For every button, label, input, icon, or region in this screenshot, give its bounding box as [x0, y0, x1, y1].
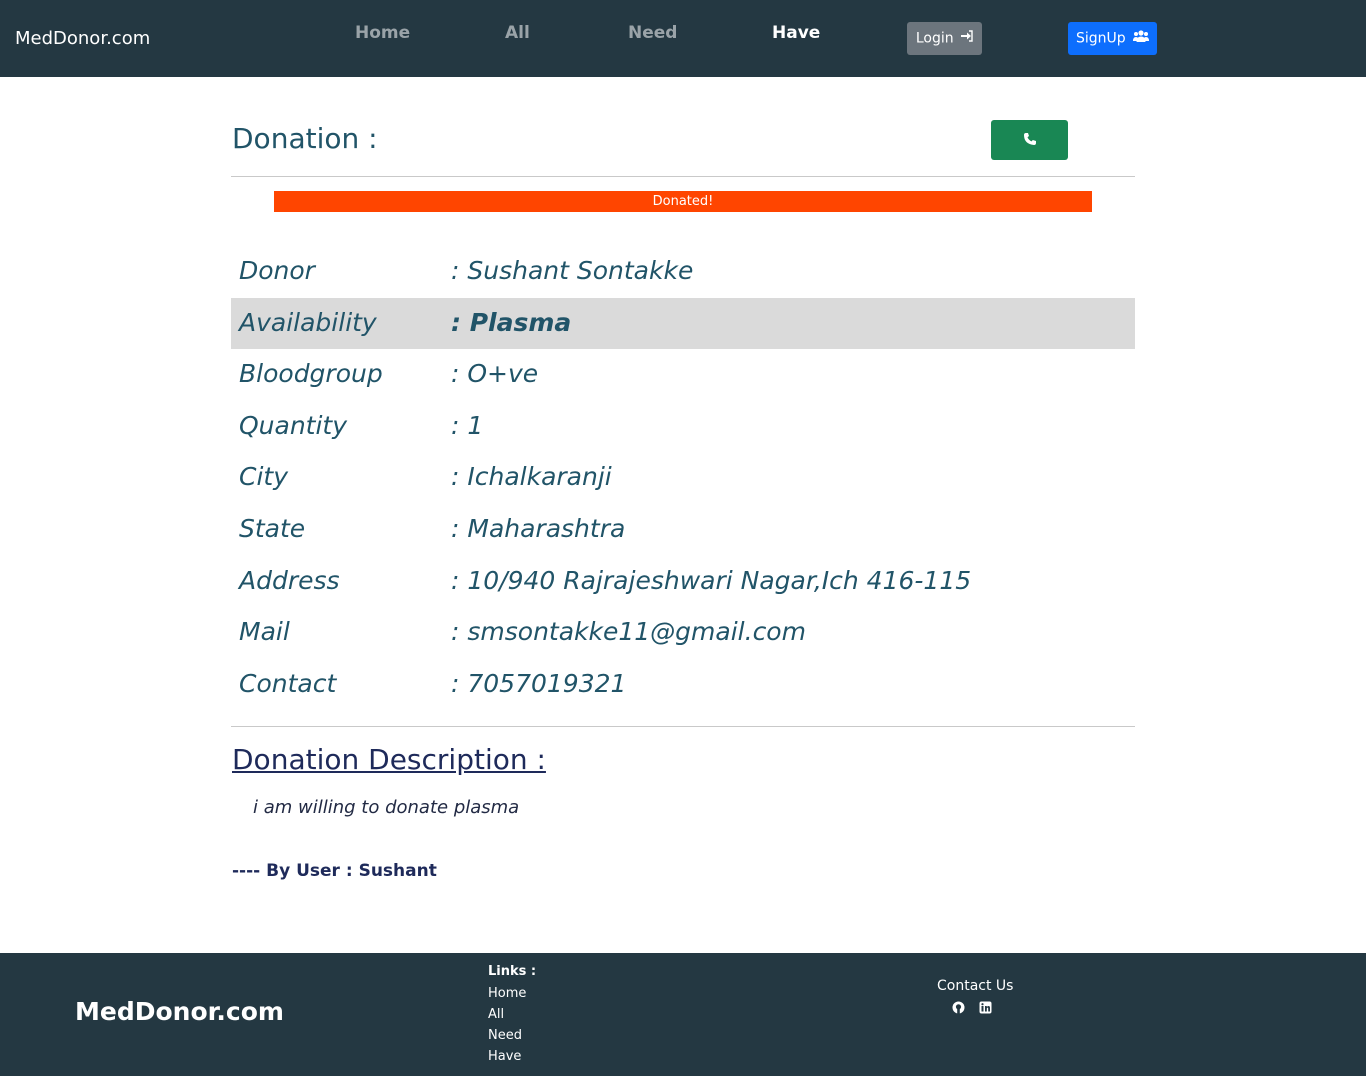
footer-link-home[interactable]: Home: [488, 985, 526, 1003]
detail-value: : 1: [451, 410, 484, 440]
donation-details: Donor : Sushant Sontakke Availability : …: [231, 246, 1135, 710]
footer-contact-title: Contact Us: [937, 978, 1014, 994]
detail-row-quantity: Quantity : 1: [231, 401, 1135, 453]
detail-label: Availability: [239, 307, 377, 337]
detail-value: : Ichalkaranji: [451, 462, 612, 492]
divider: [231, 176, 1135, 177]
github-icon[interactable]: [952, 999, 965, 1014]
detail-value: : Maharashtra: [451, 513, 626, 543]
detail-row-mail: Mail : smsontakke11@gmail.com: [231, 607, 1135, 659]
detail-value: : 10/940 Rajrajeshwari Nagar,Ich 416-115: [451, 565, 972, 595]
detail-label: Bloodgroup: [239, 359, 383, 389]
by-user: ---- By User : Sushant: [232, 861, 437, 881]
detail-label: State: [239, 513, 306, 543]
detail-row-city: City : Ichalkaranji: [231, 452, 1135, 504]
footer-brand: MedDonor.com: [75, 997, 284, 1026]
linkedin-icon[interactable]: [979, 999, 992, 1014]
detail-row-address: Address : 10/940 Rajrajeshwari Nagar,Ich…: [231, 556, 1135, 608]
navbar: MedDonor.com Home All Need Have Login Si…: [0, 0, 1366, 77]
detail-label: Mail: [239, 617, 290, 647]
detail-row-donor: Donor : Sushant Sontakke: [231, 246, 1135, 298]
nav-link-need[interactable]: Need: [628, 22, 677, 44]
login-button[interactable]: Login: [907, 22, 982, 55]
footer-link-need[interactable]: Need: [488, 1027, 522, 1045]
sign-in-icon: [961, 22, 973, 55]
nav-link-home[interactable]: Home: [355, 22, 410, 44]
description-title: Donation Description :: [232, 743, 546, 776]
phone-icon: [1024, 133, 1036, 145]
detail-label: Donor: [239, 256, 315, 285]
users-icon: [1133, 22, 1150, 55]
footer-link-all[interactable]: All: [488, 1006, 504, 1024]
detail-label: Quantity: [239, 410, 348, 440]
call-button[interactable]: [991, 120, 1068, 160]
footer-links-title: Links :: [488, 964, 537, 979]
detail-value: : Plasma: [451, 307, 572, 337]
detail-row-state: State : Maharashtra: [231, 504, 1135, 556]
signup-label: SignUp: [1075, 30, 1126, 47]
detail-value: : O+ve: [451, 359, 539, 389]
page-title: Donation :: [232, 122, 378, 155]
nav-link-have[interactable]: Have: [772, 22, 820, 44]
detail-label: Contact: [239, 668, 337, 698]
detail-row-contact: Contact : 7057019321: [231, 659, 1135, 711]
detail-label: City: [239, 462, 288, 492]
nav-link-all[interactable]: All: [505, 22, 530, 44]
detail-label: Address: [239, 565, 340, 595]
detail-value: : 7057019321: [451, 668, 627, 698]
login-label: Login: [915, 30, 954, 47]
divider: [231, 726, 1135, 727]
detail-row-bloodgroup: Bloodgroup : O+ve: [231, 349, 1135, 401]
footer: MedDonor.com Links : Home All Need Have …: [0, 953, 1366, 1076]
signup-button[interactable]: SignUp: [1068, 22, 1157, 55]
detail-row-availability: Availability : Plasma: [231, 297, 1135, 350]
detail-value: : Sushant Sontakke: [451, 256, 694, 285]
detail-value: : smsontakke11@gmail.com: [451, 617, 806, 647]
description-text: i am willing to donate plasma: [253, 797, 520, 818]
footer-link-have[interactable]: Have: [488, 1048, 521, 1066]
brand-logo[interactable]: MedDonor.com: [15, 27, 150, 51]
status-banner: Donated!: [274, 191, 1092, 212]
